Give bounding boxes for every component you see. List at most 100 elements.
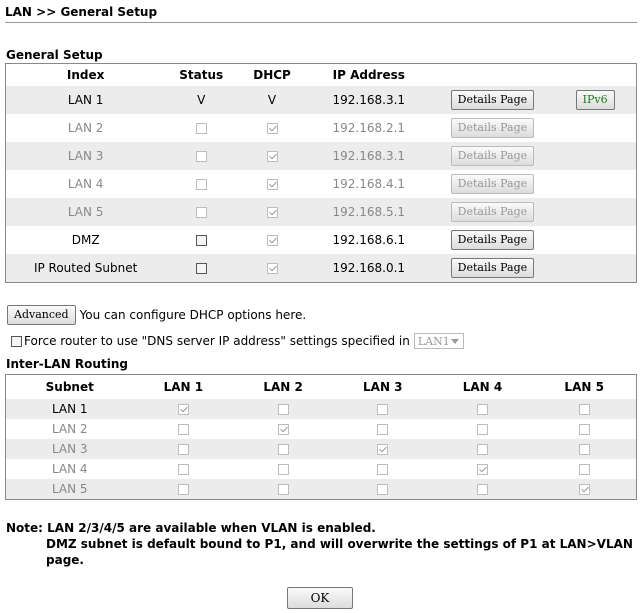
dns-lan-select[interactable]: LAN1 [413, 333, 464, 349]
route-checkbox[interactable] [177, 464, 189, 475]
dhcp-checkbox[interactable] [266, 179, 278, 190]
header-index: Index [66, 68, 105, 82]
route-checkbox[interactable] [177, 404, 189, 415]
force-dns-checkbox[interactable] [11, 335, 22, 347]
route-checkbox[interactable] [177, 424, 189, 435]
subnet-label: LAN 5 [5, 479, 134, 500]
status-checkbox[interactable] [195, 235, 207, 246]
note-line-3: page. [46, 553, 84, 567]
subnet-label: LAN 2 [51, 422, 88, 436]
route-checkbox[interactable] [477, 464, 489, 475]
route-checkbox[interactable] [177, 444, 189, 455]
route-checkbox[interactable] [377, 464, 389, 475]
advanced-row: Advanced You can configure DHCP options … [7, 305, 306, 325]
row-index: DMZ [71, 233, 100, 247]
route-checkbox[interactable] [377, 404, 389, 415]
header-dhcp: DHCP [253, 68, 291, 82]
table-row: LAN 2 [6, 419, 637, 439]
route-checkbox[interactable] [377, 424, 389, 435]
header-lan1: LAN 1 [163, 380, 204, 394]
route-checkbox[interactable] [578, 484, 590, 495]
advanced-button[interactable]: Advanced [7, 305, 76, 325]
table-row-dmz: DMZ 192.168.6.1 Details Page [6, 226, 637, 254]
route-checkbox[interactable] [477, 484, 489, 495]
table-row: LAN 4 [6, 459, 637, 479]
row-dhcp: V [237, 86, 307, 114]
header-ipv6 [554, 64, 636, 87]
status-checkbox[interactable] [195, 179, 207, 190]
inter-lan-routing-title: Inter-LAN Routing [6, 357, 128, 371]
status-checkbox[interactable] [195, 263, 207, 274]
route-checkbox[interactable] [277, 484, 289, 495]
subnet-label: LAN 3 [5, 439, 134, 459]
route-checkbox[interactable] [578, 424, 590, 435]
row-status: V [165, 86, 238, 114]
route-checkbox[interactable] [477, 424, 489, 435]
chevron-down-icon [450, 339, 459, 344]
breadcrumb: LAN >> General Setup [5, 5, 158, 19]
advanced-description: You can configure DHCP options here. [79, 308, 307, 322]
dhcp-checkbox[interactable] [266, 151, 278, 162]
table-row: LAN 1 [5, 399, 637, 419]
breadcrumb-divider [5, 22, 637, 23]
table-row-lan4: LAN 4 192.168.4.1 Details Page [6, 170, 637, 198]
route-checkbox[interactable] [277, 424, 289, 435]
route-checkbox[interactable] [578, 444, 590, 455]
row-index: LAN 5 [5, 198, 166, 226]
route-checkbox[interactable] [578, 404, 590, 415]
note-line-2: DMZ subnet is default bound to P1, and w… [46, 537, 633, 551]
force-dns-label: Force router to use "DNS server IP addre… [24, 334, 410, 348]
row-ip: 192.168.5.1 [306, 198, 431, 226]
dhcp-checkbox[interactable] [266, 123, 278, 134]
row-ip: 192.168.2.1 [332, 121, 406, 135]
details-page-button[interactable]: Details Page [450, 174, 535, 194]
ok-button[interactable]: OK [287, 587, 353, 609]
route-checkbox[interactable] [377, 444, 389, 455]
status-checkbox[interactable] [195, 207, 207, 218]
details-page-button[interactable]: Details Page [450, 90, 535, 110]
details-page-button[interactable]: Details Page [450, 146, 535, 166]
row-index: LAN 2 [67, 121, 104, 135]
row-ip: 192.168.6.1 [332, 233, 406, 247]
details-page-button[interactable]: Details Page [450, 202, 535, 222]
status-checkbox[interactable] [195, 151, 207, 162]
route-checkbox[interactable] [477, 444, 489, 455]
route-checkbox[interactable] [177, 484, 189, 495]
header-ip-address: IP Address [332, 68, 405, 82]
inter-lan-routing-table: Subnet LAN 1 LAN 2 LAN 3 LAN 4 LAN 5 LAN… [5, 374, 637, 500]
status-checkbox[interactable] [195, 123, 207, 134]
row-index: LAN 4 [67, 177, 104, 191]
header-lan4: LAN 4 [462, 380, 503, 394]
row-ip: 192.168.3.1 [306, 86, 431, 114]
table-header-row: Index Status DHCP IP Address [6, 64, 637, 87]
details-page-button[interactable]: Details Page [450, 258, 535, 278]
header-lan2: LAN 2 [263, 380, 303, 394]
table-row-lan1: LAN 1 V V 192.168.3.1 Details Page IPv6 [5, 86, 637, 114]
dhcp-checkbox[interactable] [266, 235, 278, 246]
details-page-button[interactable]: Details Page [450, 118, 535, 138]
table-row-lan5: LAN 5 192.168.5.1 Details Page [5, 198, 637, 226]
table-row: LAN 3 [5, 439, 637, 459]
route-checkbox[interactable] [377, 484, 389, 495]
dhcp-checkbox[interactable] [266, 263, 278, 274]
row-index: LAN 1 [5, 86, 166, 114]
ipv6-button[interactable]: IPv6 [575, 90, 615, 110]
route-checkbox[interactable] [477, 404, 489, 415]
table-row-lan3: LAN 3 192.168.3.1 Details Page [5, 142, 637, 170]
header-lan3: LAN 3 [363, 380, 403, 394]
row-ip: 192.168.4.1 [332, 177, 406, 191]
table-header-row: Subnet LAN 1 LAN 2 LAN 3 LAN 4 LAN 5 [6, 375, 637, 400]
table-row-lan2: LAN 2 192.168.2.1 Details Page [6, 114, 637, 142]
subnet-label: LAN 1 [5, 399, 134, 419]
route-checkbox[interactable] [277, 464, 289, 475]
route-checkbox[interactable] [277, 444, 289, 455]
row-index: IP Routed Subnet [5, 254, 166, 283]
route-checkbox[interactable] [277, 404, 289, 415]
route-checkbox[interactable] [578, 464, 590, 475]
header-subnet: Subnet [45, 380, 94, 394]
note-line-1: Note: LAN 2/3/4/5 are available when VLA… [6, 521, 376, 535]
table-row-ip-routed-subnet: IP Routed Subnet 192.168.0.1 Details Pag… [5, 254, 637, 283]
dhcp-checkbox[interactable] [266, 207, 278, 218]
table-row: LAN 5 [5, 479, 637, 500]
details-page-button[interactable]: Details Page [450, 230, 535, 250]
